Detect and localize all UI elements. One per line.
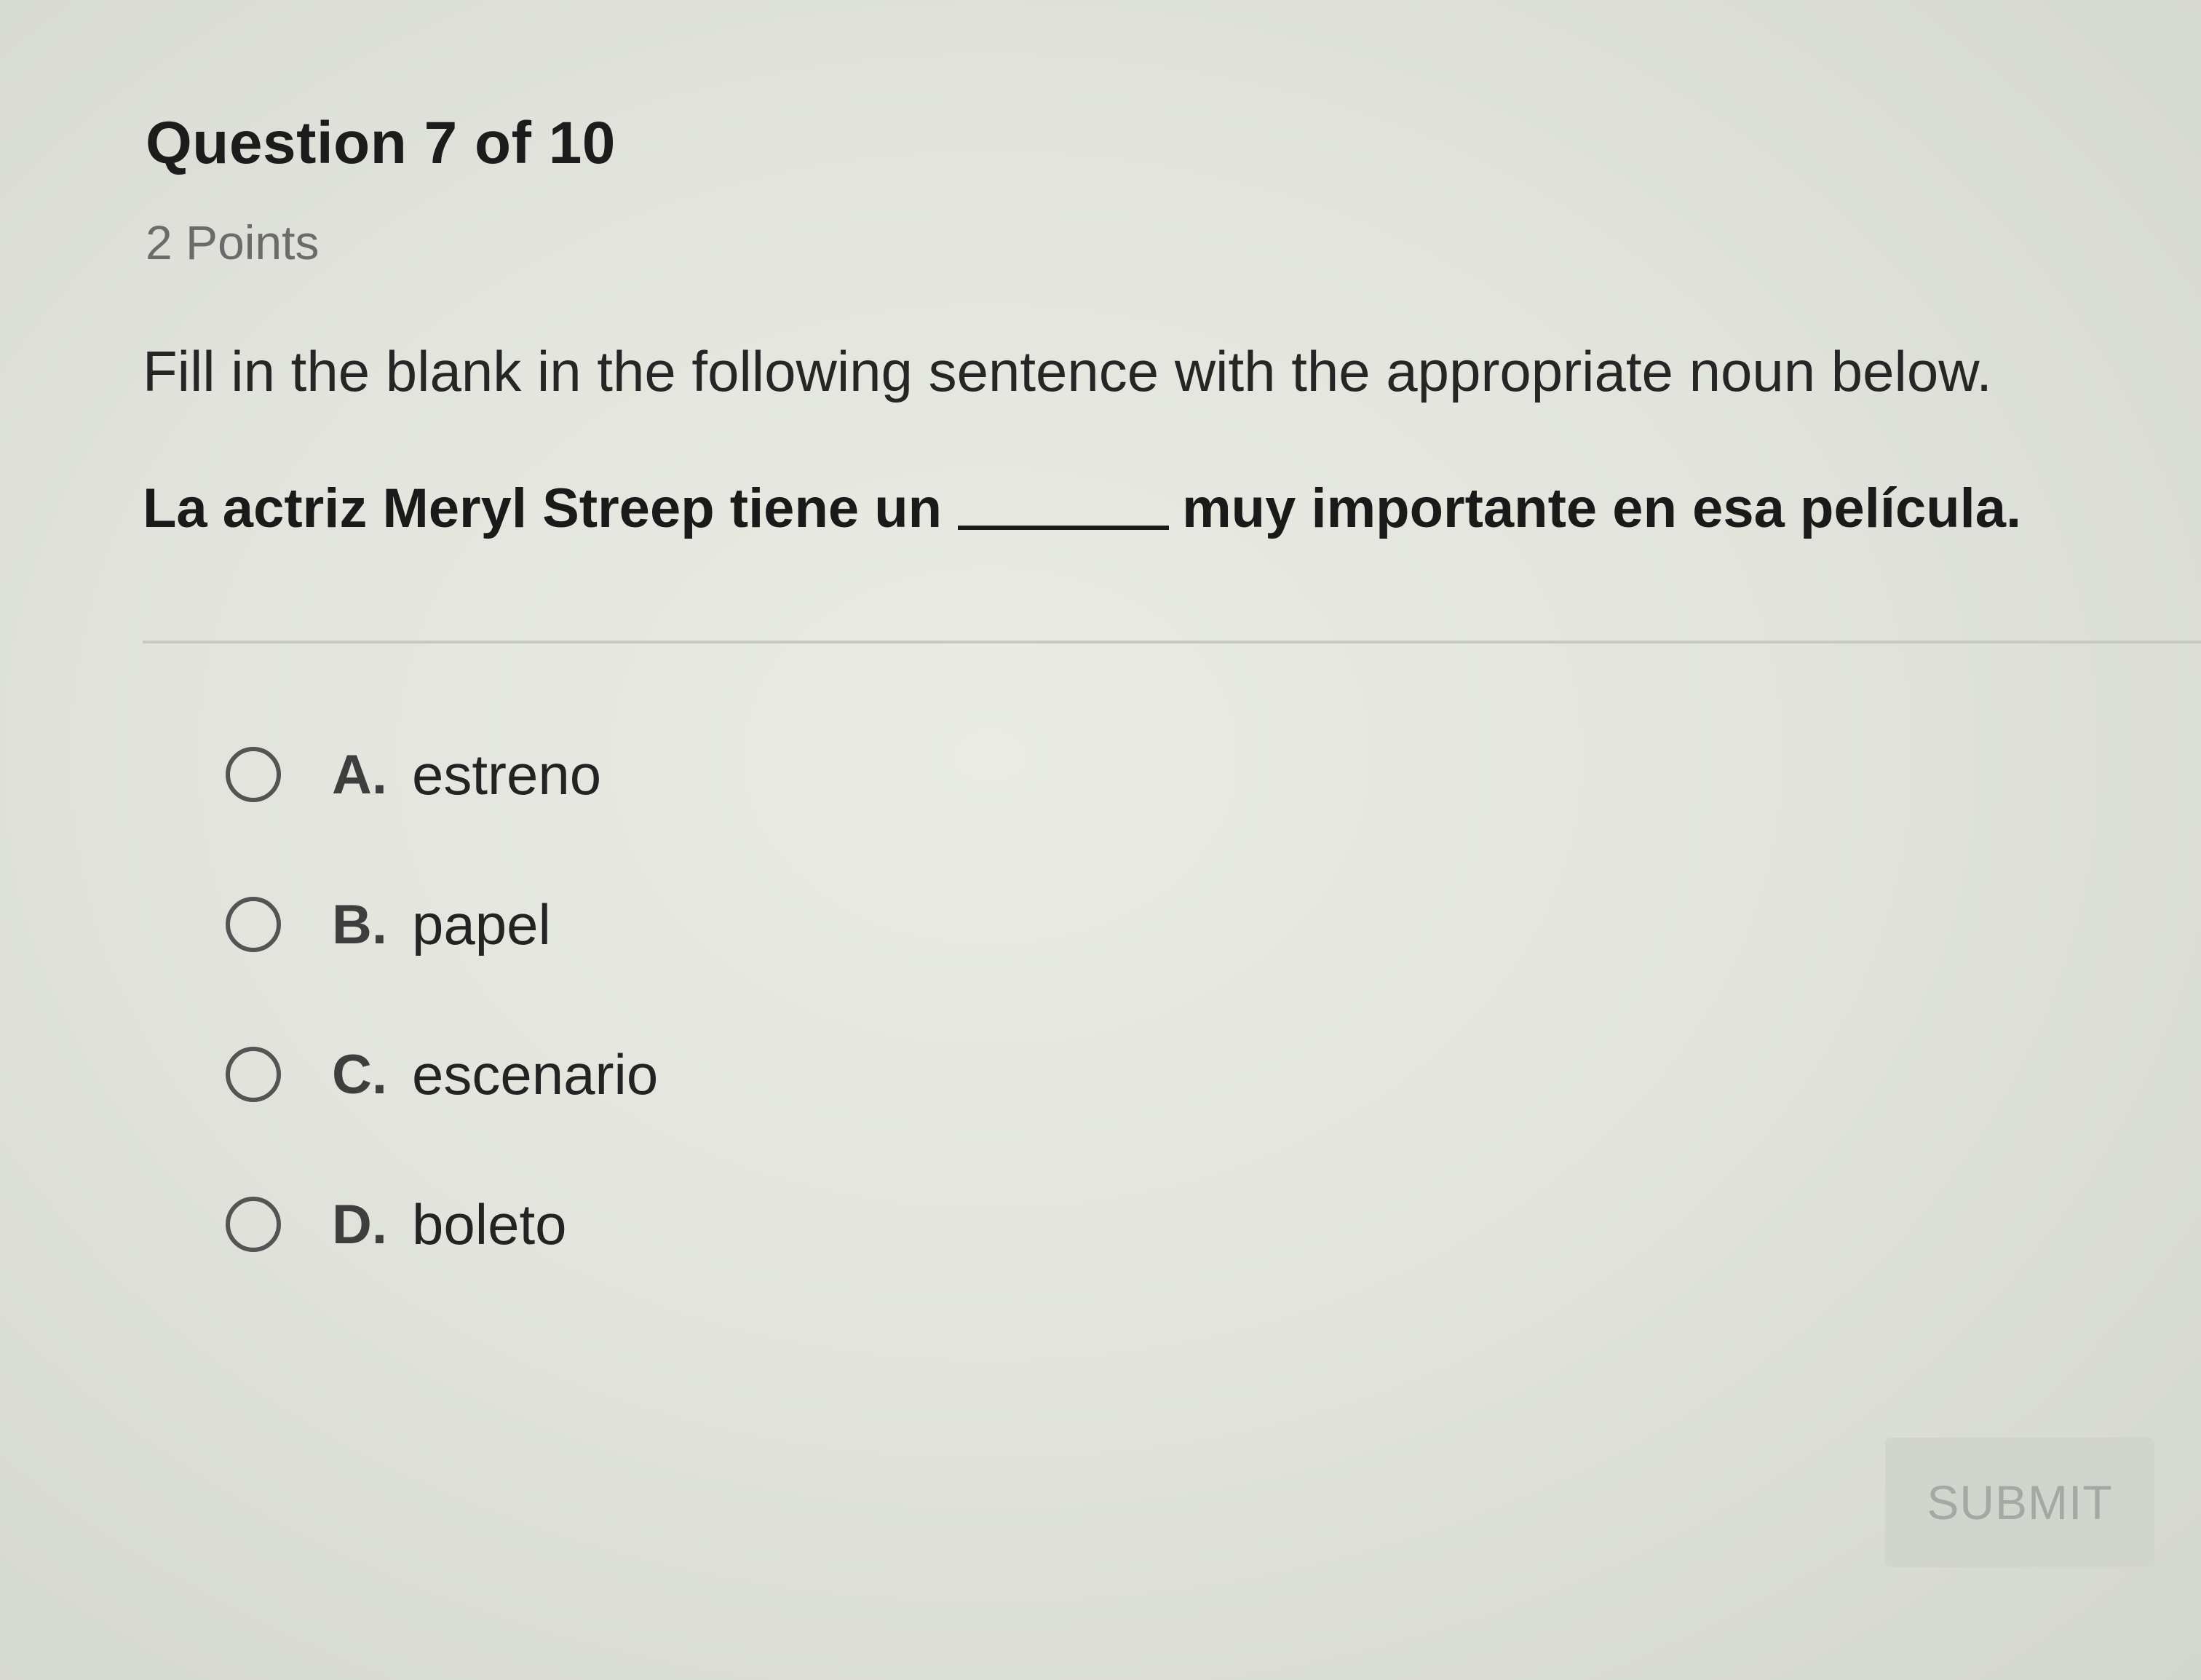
option-a[interactable]: A. estreno (226, 742, 1245, 807)
submit-button[interactable]: SUBMIT (1885, 1438, 2154, 1567)
radio-button-icon[interactable] (226, 1047, 281, 1102)
option-text: boleto (412, 1192, 567, 1256)
option-text: estreno (412, 742, 602, 807)
sentence-before-blank: La actriz Meryl Streep tiene un (143, 478, 943, 539)
radio-button-icon[interactable] (226, 897, 281, 952)
question-instruction: Fill in the blank in the following sente… (143, 339, 1992, 403)
sentence-after-blank: muy importante en esa película. (1182, 478, 2022, 539)
question-title: Question 7 of 10 (146, 110, 616, 176)
question-points: 2 Points (146, 215, 320, 269)
option-b[interactable]: B. papel (226, 892, 1245, 956)
option-letter: A. (332, 743, 387, 806)
option-letter: D. (332, 1193, 387, 1256)
option-letter: B. (332, 893, 387, 956)
answer-options: A. estreno B. papel C. escenario D. bole… (226, 742, 1245, 1342)
option-c[interactable]: C. escenario (226, 1042, 1245, 1106)
answer-blank (958, 526, 1170, 530)
quiz-page: Question 7 of 10 2 Points Fill in the bl… (0, 0, 2201, 1680)
option-text: papel (412, 892, 551, 956)
radio-button-icon[interactable] (226, 747, 281, 802)
question-sentence: La actriz Meryl Streep tiene un muy impo… (143, 477, 2021, 540)
radio-button-icon[interactable] (226, 1197, 281, 1252)
option-letter: C. (332, 1043, 387, 1106)
divider (143, 641, 2201, 643)
option-d[interactable]: D. boleto (226, 1192, 1245, 1256)
option-text: escenario (412, 1042, 659, 1106)
